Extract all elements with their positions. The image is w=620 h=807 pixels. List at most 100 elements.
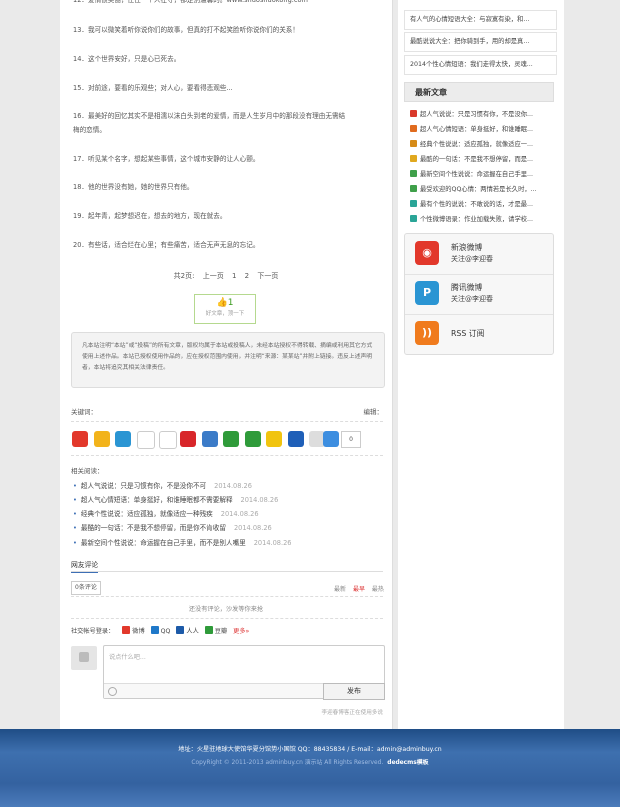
- follow-tqq[interactable]: P 腾讯微博 关注@李迎春: [405, 274, 553, 315]
- rss-icon: )): [415, 321, 439, 345]
- pager-page-1[interactable]: 1: [232, 272, 236, 280]
- rank-icon: [410, 125, 417, 132]
- comment-placeholder: 说点什么吧...: [109, 654, 146, 661]
- divider: [71, 596, 383, 597]
- social-login-icon[interactable]: [176, 626, 185, 634]
- copyright-notice: 凡本站注明“本站”或“投稿”的所有文章，版权均属于本站或投稿人，未经本站授权不得…: [71, 332, 385, 388]
- related-date: 2014.08.26: [214, 482, 252, 490]
- related-title-text[interactable]: 经典个性说说：适应孤独，就像适应一种残疾: [81, 510, 213, 518]
- rank-icon: [410, 200, 417, 207]
- related-title-text[interactable]: 超人气说说：只是习惯有你，不是没你不可: [81, 482, 206, 490]
- article-paragraph: 15．对前途，要看的乐观些；对人心，要看得悲观些...: [73, 84, 233, 92]
- sidebar-link[interactable]: 有人气的心情短语大全：与寂寞有染，和...: [404, 10, 557, 30]
- social-login-icon[interactable]: [150, 626, 159, 634]
- footer-brand[interactable]: dedecms模板: [387, 760, 428, 766]
- share-tqq-icon[interactable]: [115, 431, 131, 447]
- share-baidu-icon[interactable]: [288, 431, 304, 447]
- pagination: 共2页: 上一页 1 2 下一页: [60, 271, 392, 281]
- latest-title: 最新文章: [415, 88, 447, 97]
- latest-article[interactable]: 超人气心情短语：单身挺好，和谁睡眠...: [410, 124, 533, 133]
- follow-weibo-sub: 关注@李迎春: [451, 255, 493, 263]
- social-login-name[interactable]: 人人: [186, 628, 198, 635]
- powered-by[interactable]: 李迎春博客正在使用多说: [71, 708, 383, 716]
- latest-article-title[interactable]: 最有个性的说说：不敢说的话，才是最...: [420, 201, 533, 208]
- related-item[interactable]: • 超人气心情短语：单身挺好，和谁睡眠都不需要解释 2014.08.26: [73, 494, 278, 504]
- latest-article[interactable]: 经典个性说说：适应孤独，就像适应一...: [410, 139, 533, 148]
- share-douban-icon[interactable]: [223, 431, 239, 447]
- related-title: 相关阅读：: [71, 467, 104, 475]
- rank-icon: [410, 170, 417, 177]
- latest-article-title[interactable]: 最新空间个性说说：命运握在自己手里...: [420, 171, 533, 178]
- share-more-icon[interactable]: [323, 431, 339, 447]
- pager-prev[interactable]: 上一页: [203, 272, 224, 280]
- keywords-label: 关键词：: [71, 408, 97, 416]
- editor-label: 编辑：: [363, 408, 384, 416]
- latest-article-title[interactable]: 超人气心情短语：单身挺好，和谁睡眠...: [420, 126, 533, 133]
- latest-article[interactable]: 最有个性的说说：不敢说的话，才是最...: [410, 199, 533, 208]
- keywords-row: 关键词： 编辑：: [71, 406, 383, 416]
- copyright-text: CopyRight © 2011-2013 adminbuy.cn 演示站 Al…: [191, 760, 384, 766]
- social-login-name[interactable]: 微博: [132, 628, 144, 635]
- sidebar-link[interactable]: 最酷说说大全：把你骑到手，用的却是真...: [404, 32, 557, 52]
- rank-icon: [410, 110, 417, 117]
- user-icon: [79, 652, 89, 662]
- like-button[interactable]: 👍1 好文章，顶一下: [194, 294, 256, 324]
- related-title-text[interactable]: 最新空间个性说说：命运握在自己手里，而不是别人嘴里: [81, 539, 246, 547]
- pager-next[interactable]: 下一页: [257, 272, 278, 280]
- latest-article[interactable]: 个性微博语录：作业加载失败，请学校...: [410, 214, 533, 223]
- social-login: 社交帐号登录： 微博 QQ 人人 豆瓣 更多»: [71, 626, 249, 635]
- latest-article-title[interactable]: 最酷的一句话：不是我不想停留，而是...: [420, 156, 533, 163]
- bullet-icon: •: [73, 539, 77, 547]
- pager-page-2[interactable]: 2: [245, 272, 249, 280]
- bullet-icon: •: [73, 510, 77, 518]
- follow-weibo[interactable]: ◉ 新浪微博 关注@李迎春: [405, 234, 553, 275]
- follow-tqq-title: 腾讯微博: [451, 283, 483, 292]
- follow-weibo-title: 新浪微博: [451, 243, 483, 252]
- social-login-icon[interactable]: [122, 626, 131, 634]
- rank-icon: [410, 215, 417, 222]
- latest-article[interactable]: 最新空间个性说说：命运握在自己手里...: [410, 169, 533, 178]
- latest-article[interactable]: 最受欢迎的QQ心情：两情若是长久时，...: [410, 184, 537, 193]
- related-item[interactable]: • 经典个性说说：适应孤独，就像适应一种残疾 2014.08.26: [73, 508, 259, 518]
- latest-article-title[interactable]: 超人气说说：只是习惯有你，不是没你...: [420, 111, 533, 118]
- share-star-icon[interactable]: [94, 431, 110, 447]
- comment-input[interactable]: 说点什么吧... 发布: [103, 645, 385, 700]
- comment-sort: 最新 最早 最热: [329, 584, 384, 593]
- latest-article-title[interactable]: 经典个性说说：适应孤独，就像适应一...: [420, 141, 533, 148]
- related-item[interactable]: • 最酷的一句话：不是我不想停留，而是你不肯收留 2014.08.26: [73, 522, 272, 532]
- related-title-text[interactable]: 最酷的一句话：不是我不想停留，而是你不肯收留: [81, 524, 226, 532]
- smiley-icon[interactable]: [108, 687, 117, 696]
- share-qq-icon[interactable]: [266, 431, 282, 447]
- latest-article-title[interactable]: 最受欢迎的QQ心情：两情若是长久时，...: [420, 186, 537, 193]
- notice-text: 凡本站注明“本站”或“投稿”的所有文章，版权均属于本站或投稿人，未经本站授权不得…: [82, 343, 373, 371]
- latest-article-title[interactable]: 个性微博语录：作业加载失败，请学校...: [420, 216, 533, 223]
- related-item[interactable]: • 最新空间个性说说：命运握在自己手里，而不是别人嘴里 2014.08.26: [73, 537, 292, 547]
- sort-earliest[interactable]: 最早: [353, 586, 365, 593]
- social-login-name[interactable]: QQ: [161, 628, 171, 635]
- share-red-icon[interactable]: [180, 431, 196, 447]
- related-title-text[interactable]: 超人气心情短语：单身挺好，和谁睡眠都不需要解释: [81, 496, 233, 504]
- sidebar-link[interactable]: 2014个性心情短语：我们走得太快，灵魂...: [404, 55, 557, 75]
- share-clover-icon[interactable]: [245, 431, 261, 447]
- share-qzone-icon[interactable]: [72, 431, 88, 447]
- divider: [71, 455, 383, 456]
- sort-latest[interactable]: 最新: [334, 586, 346, 593]
- social-login-name[interactable]: 豆瓣: [215, 628, 227, 635]
- share-sina-icon[interactable]: [159, 431, 177, 449]
- divider: [71, 618, 383, 619]
- social-more-link[interactable]: 更多»: [233, 628, 249, 635]
- article-paragraph: 19．起年青，起梦想迟在，想去的地方，现在就去。: [73, 212, 227, 220]
- share-renren-icon[interactable]: [137, 431, 155, 449]
- divider: [71, 571, 383, 572]
- related-date: 2014.08.26: [220, 510, 259, 518]
- post-button[interactable]: 发布: [323, 683, 385, 700]
- thumbs-up-icon: 👍: [216, 298, 228, 308]
- article-paragraph: 14．这个世界安好，只是心已死去。: [73, 55, 181, 63]
- share-kaixin-icon[interactable]: [202, 431, 218, 447]
- sort-hot[interactable]: 最热: [372, 586, 384, 593]
- related-item[interactable]: • 超人气说说：只是习惯有你，不是没你不可 2014.08.26: [73, 480, 252, 490]
- follow-rss[interactable]: )) RSS 订阅: [405, 314, 553, 354]
- latest-article[interactable]: 最酷的一句话：不是我不想停留，而是...: [410, 154, 533, 163]
- social-login-icon[interactable]: [204, 626, 213, 634]
- latest-article[interactable]: 超人气说说：只是习惯有你，不是没你...: [410, 109, 533, 118]
